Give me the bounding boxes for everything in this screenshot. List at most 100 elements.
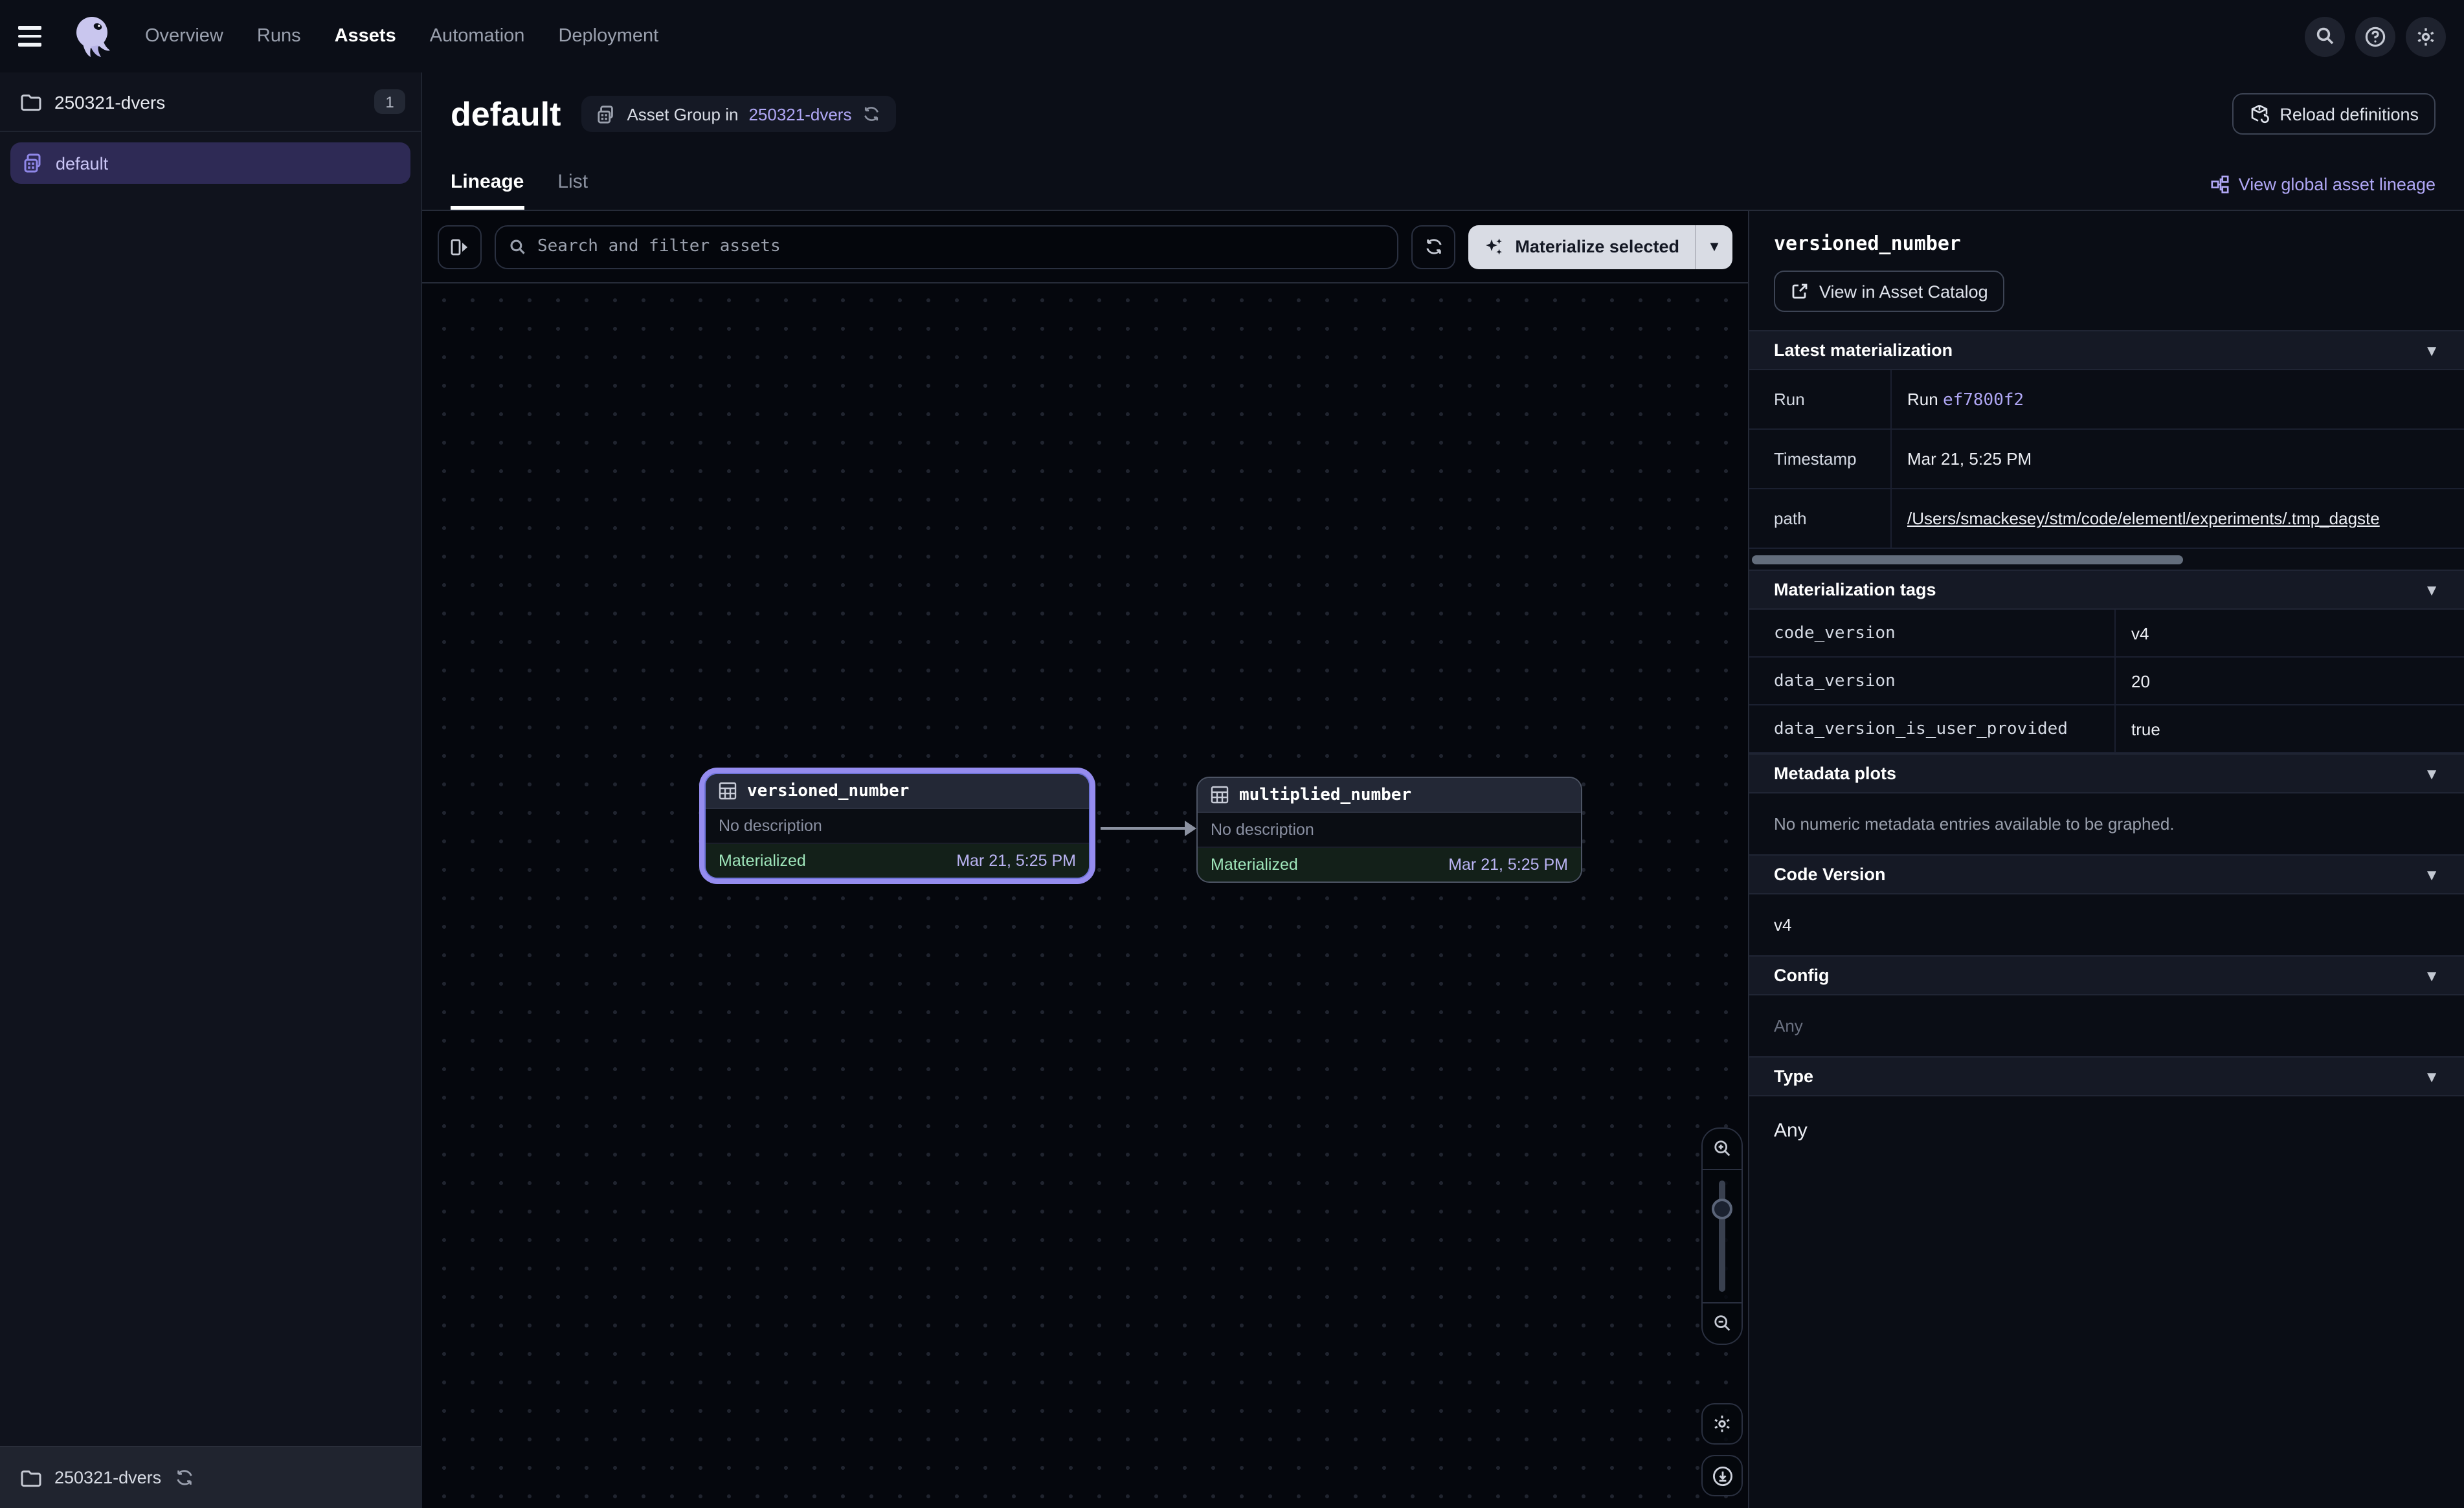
search-icon[interactable] <box>2305 16 2345 56</box>
tab-list[interactable]: List <box>557 171 588 210</box>
help-icon[interactable] <box>2355 16 2395 56</box>
lineage-edge <box>1101 827 1186 830</box>
refresh-icon[interactable] <box>1411 225 1455 269</box>
section-latest-materialization[interactable]: Latest materialization ▼ <box>1749 330 2464 370</box>
view-in-asset-catalog-button[interactable]: View in Asset Catalog <box>1774 271 2005 312</box>
asset-search-box <box>495 225 1398 269</box>
section-config[interactable]: Config ▼ <box>1749 955 2464 995</box>
lineage-pane: Materialize selected ▼ <box>422 211 1748 1508</box>
section-metadata-plots[interactable]: Metadata plots ▼ <box>1749 753 2464 793</box>
metadata-plots-empty-text: No numeric metadata entries available to… <box>1749 793 2464 854</box>
tab-lineage[interactable]: Lineage <box>451 171 524 210</box>
row-label: Timestamp <box>1749 430 1892 488</box>
tag-row: data_version_is_user_provided true <box>1749 705 2464 753</box>
tag-value: v4 <box>2116 623 2464 643</box>
run-id-link[interactable]: ef7800f2 <box>1943 390 2024 410</box>
settings-gear-icon[interactable] <box>2406 16 2446 56</box>
status-badge: Materialized <box>719 852 956 870</box>
status-badge: Materialized <box>1211 856 1448 874</box>
reload-cube-icon <box>2248 104 2269 124</box>
reload-definitions-button[interactable]: Reload definitions <box>2232 93 2436 135</box>
caret-down-icon: ▼ <box>1707 239 1721 254</box>
hamburger-icon[interactable] <box>18 17 57 56</box>
row-label: path <box>1749 489 1892 548</box>
table-icon <box>1211 786 1229 804</box>
section-code-version[interactable]: Code Version ▼ <box>1749 854 2464 894</box>
sidebar-item-label: default <box>56 153 108 173</box>
tag-row: code_version v4 <box>1749 610 2464 658</box>
zoom-slider-track[interactable] <box>1719 1181 1725 1292</box>
section-type[interactable]: Type ▼ <box>1749 1056 2464 1096</box>
tag-value: true <box>2116 719 2464 738</box>
external-link-icon <box>1791 282 1809 300</box>
pill-group-link[interactable]: 250321-dvers <box>748 104 851 124</box>
refresh-icon[interactable] <box>862 105 880 123</box>
zoom-in-icon[interactable] <box>1703 1129 1742 1170</box>
group-count-badge: 1 <box>374 89 405 114</box>
timestamp-value: Mar 21, 5:25 PM <box>1892 449 2464 469</box>
panel-asset-title: versioned_number <box>1774 232 2464 255</box>
section-label: Config <box>1774 966 2424 985</box>
row-run: Run Run ef7800f2 <box>1749 370 2464 430</box>
asset-group-icon <box>597 104 616 124</box>
zoom-slider-thumb[interactable] <box>1712 1199 1732 1219</box>
folder-icon <box>21 93 41 111</box>
materialize-selected-button[interactable]: Materialize selected ▼ <box>1468 225 1732 269</box>
scrollbar-thumb[interactable] <box>1752 555 2183 564</box>
view-global-asset-lineage-label: View global asset lineage <box>2239 175 2436 194</box>
materialization-time: Mar 21, 5:25 PM <box>956 852 1076 870</box>
section-label: Type <box>1774 1067 2424 1086</box>
materialize-dropdown-caret[interactable]: ▼ <box>1696 225 1732 269</box>
tag-key: data_version <box>1749 658 2116 704</box>
top-nav: Overview Runs Assets Automation Deployme… <box>0 0 2464 72</box>
graph-settings-gear-icon[interactable] <box>1701 1403 1743 1445</box>
type-value: Any <box>1749 1096 2464 1170</box>
lineage-toolbar: Materialize selected ▼ <box>422 211 1748 283</box>
tag-key: code_version <box>1749 610 2116 656</box>
asset-group-icon <box>23 153 44 173</box>
nav-link-deployment[interactable]: Deployment <box>558 26 658 47</box>
tag-row: data_version 20 <box>1749 658 2464 705</box>
section-label: Metadata plots <box>1774 764 2424 783</box>
sidebar-group-row[interactable]: 250321-dvers 1 <box>0 72 421 132</box>
section-label: Latest materialization <box>1774 340 2424 360</box>
section-label: Code Version <box>1774 865 2424 884</box>
config-value: Any <box>1749 995 2464 1056</box>
path-link[interactable]: /Users/smackesey/stm/code/elementl/exper… <box>1907 509 2380 528</box>
caret-down-icon: ▼ <box>2424 581 2439 599</box>
asset-node-multiplied-number[interactable]: multiplied_number No description Materia… <box>1196 777 1582 883</box>
nav-actions <box>2305 16 2446 56</box>
panel-toggle-icon[interactable] <box>438 225 482 269</box>
nav-link-assets[interactable]: Assets <box>335 26 396 47</box>
zoom-out-icon[interactable] <box>1703 1302 1742 1344</box>
refresh-icon[interactable] <box>174 1468 194 1487</box>
asset-node-description: No description <box>1198 813 1581 848</box>
table-icon <box>719 782 737 800</box>
row-label: Run <box>1749 370 1892 428</box>
folder-icon <box>21 1469 41 1487</box>
sidebar-group-name: 250321-dvers <box>54 91 374 112</box>
materialize-selected-label: Materialize selected <box>1515 237 1679 256</box>
view-global-asset-lineage-link[interactable]: View global asset lineage <box>2210 175 2436 210</box>
caret-down-icon: ▼ <box>2424 341 2439 359</box>
code-version-value: v4 <box>1749 894 2464 955</box>
zoom-controls <box>1701 1127 1743 1345</box>
nav-links: Overview Runs Assets Automation Deployme… <box>145 26 658 47</box>
asset-node-name: multiplied_number <box>1239 785 1411 804</box>
nav-link-automation[interactable]: Automation <box>430 26 525 47</box>
nav-link-overview[interactable]: Overview <box>145 26 223 47</box>
sidebar-footer: 250321-dvers <box>0 1446 421 1508</box>
lineage-graph-canvas[interactable]: versioned_number No description Material… <box>422 283 1748 1508</box>
reload-definitions-label: Reload definitions <box>2279 104 2419 124</box>
dagster-logo[interactable] <box>70 13 117 60</box>
lineage-edge-arrowhead <box>1185 821 1196 836</box>
nav-link-runs[interactable]: Runs <box>257 26 301 47</box>
panel-horizontal-scrollbar <box>1749 549 2464 570</box>
search-input[interactable] <box>537 237 1384 256</box>
zoom-slider[interactable] <box>1703 1170 1742 1302</box>
section-materialization-tags[interactable]: Materialization tags ▼ <box>1749 570 2464 610</box>
sidebar-item-default[interactable]: default <box>10 142 410 184</box>
asset-node-description: No description <box>706 809 1089 844</box>
download-icon[interactable] <box>1701 1455 1743 1496</box>
asset-node-versioned-number[interactable]: versioned_number No description Material… <box>704 773 1090 879</box>
